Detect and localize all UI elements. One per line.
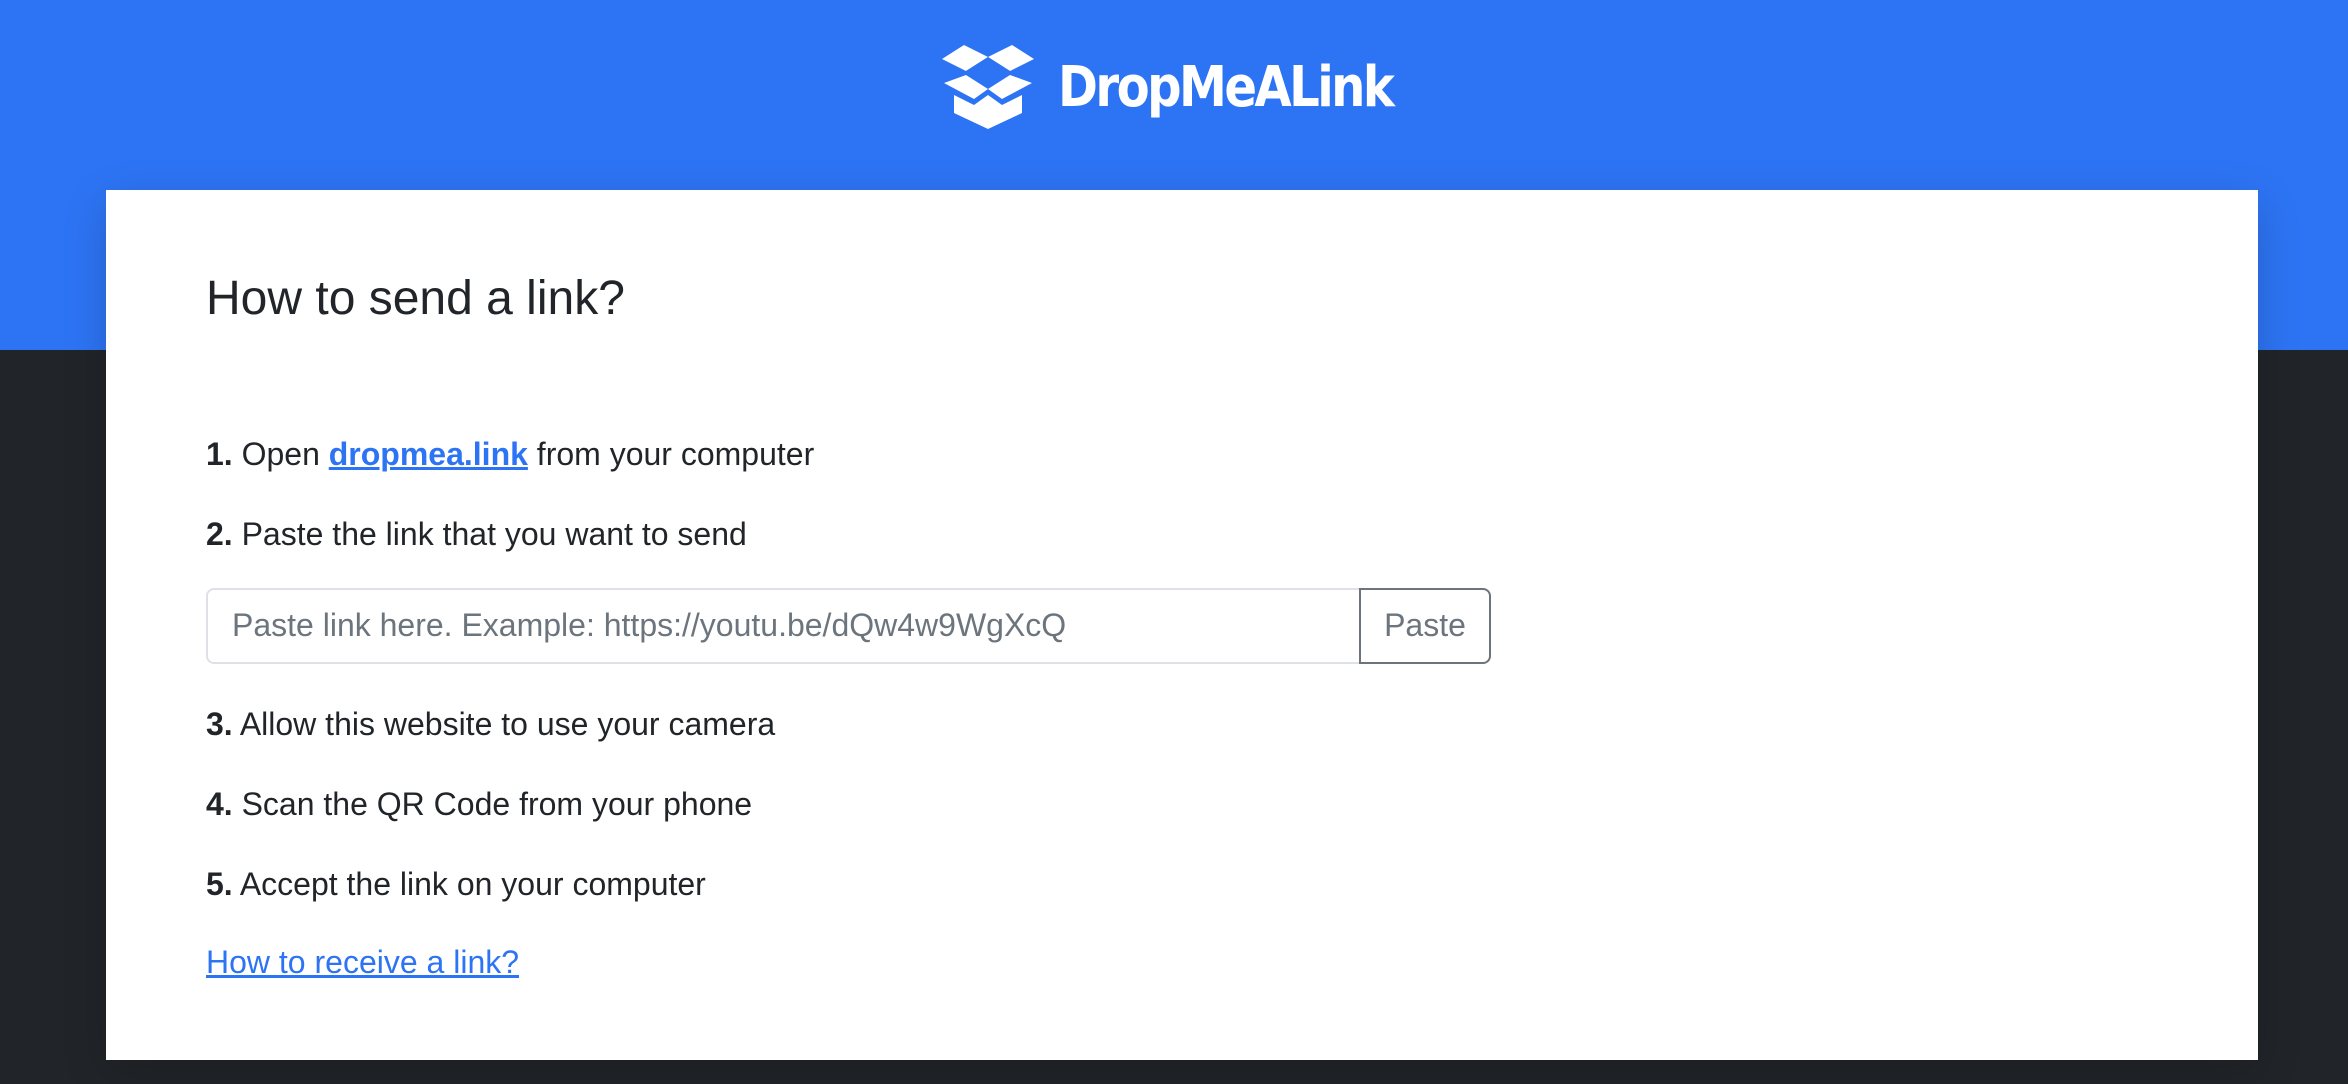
header: DropMeALink	[0, 0, 2348, 174]
step-text: Accept the link on your computer	[239, 865, 706, 902]
step-5: 5. Accept the link on your computer	[206, 864, 2158, 904]
instructions-card: How to send a link? 1. Open dropmea.link…	[106, 190, 2258, 1060]
step-text: Scan the QR Code from your phone	[241, 785, 753, 822]
step-number: 2.	[206, 515, 233, 552]
step-number: 3.	[206, 705, 233, 742]
paste-button[interactable]: Paste	[1359, 587, 1491, 664]
step-4: 4. Scan the QR Code from your phone	[206, 784, 2158, 824]
step-text: from your computer	[527, 435, 815, 472]
paste-input-group: Paste	[206, 587, 1491, 664]
link-input[interactable]	[206, 587, 1359, 664]
step-number: 1.	[206, 435, 233, 472]
step-text: Paste the link that you want to send	[241, 515, 747, 552]
how-to-receive-link[interactable]: How to receive a link?	[206, 944, 519, 981]
dropmea-link[interactable]: dropmea.link	[329, 436, 528, 472]
step-text: Allow this website to use your camera	[239, 705, 776, 742]
step-1: 1. Open dropmea.link from your computer	[206, 434, 2158, 474]
steps-list: 1. Open dropmea.link from your computer …	[206, 434, 2158, 981]
page-title: How to send a link?	[206, 272, 625, 325]
open-box-icon	[941, 45, 1034, 129]
step-3: 3. Allow this website to use your camera	[206, 704, 2158, 744]
step-number: 5.	[206, 865, 233, 902]
brand-name: DropMeALink	[1057, 54, 1395, 120]
step-2: 2. Paste the link that you want to send	[206, 514, 2158, 554]
step-text: Open	[241, 435, 329, 472]
step-number: 4.	[206, 785, 233, 822]
